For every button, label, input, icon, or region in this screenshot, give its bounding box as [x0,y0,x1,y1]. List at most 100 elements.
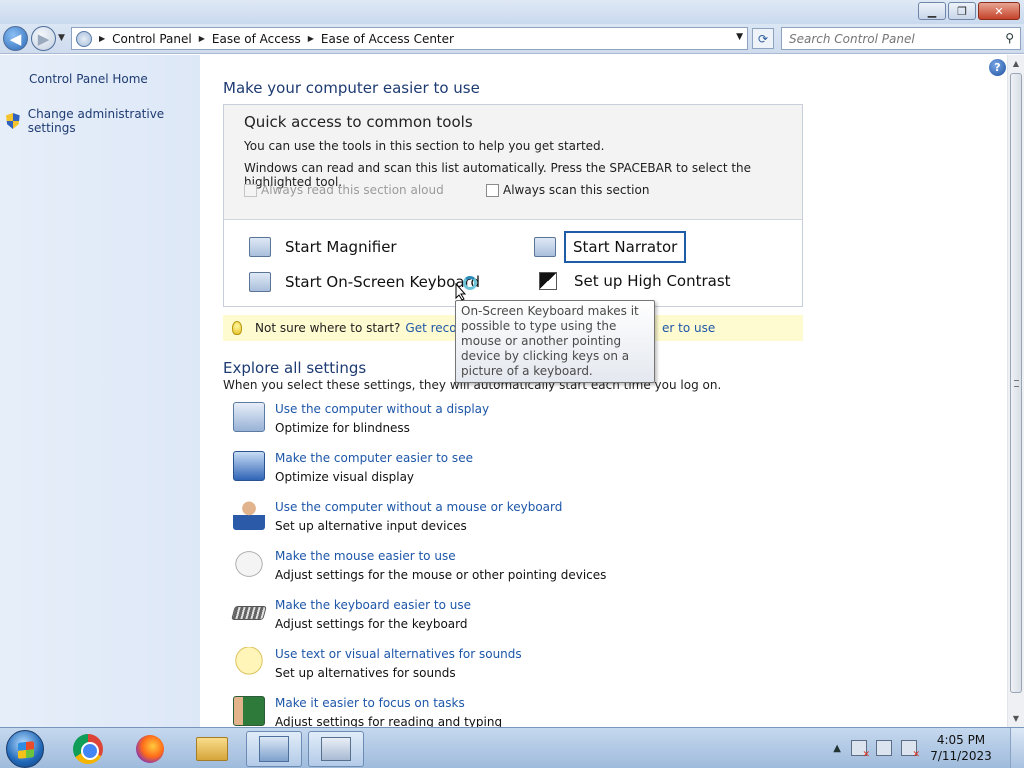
show-desktop-button[interactable] [1010,728,1024,768]
setting-sound-alternatives: Use text or visual alternatives for soun… [233,647,522,687]
setting-keyboard-easier: Make the keyboard easier to use Adjust s… [231,598,471,638]
start-magnifier-button[interactable]: Start Magnifier [249,237,397,257]
keyboard-easier-link[interactable]: Make the keyboard easier to use [275,598,471,612]
easier-to-see-link[interactable]: Make the computer easier to see [275,451,473,465]
high-contrast-label: Set up High Contrast [574,272,731,290]
chrome-icon [73,734,103,764]
display-icon [233,402,265,432]
mouse-easier-desc: Adjust settings for the mouse or other p… [275,568,607,582]
breadcrumb-separator-icon[interactable]: ▶ [99,34,105,43]
keyboard-icon [231,606,267,620]
search-icon[interactable]: ⚲ [1005,31,1014,45]
focus-tasks-link[interactable]: Make it easier to focus on tasks [275,696,502,710]
without-display-desc: Optimize for blindness [275,421,410,435]
firefox-icon [136,735,164,763]
minimize-button[interactable]: ▁ [918,2,946,20]
recommendations-link-end[interactable]: er to use [662,321,715,335]
show-hidden-icons-icon[interactable]: ▲ [833,743,841,754]
clock[interactable]: 4:05 PM 7/11/2023 [926,732,996,764]
read-aloud-label: Always read this section aloud [261,183,444,197]
checkbox-box[interactable] [486,183,499,197]
focus-icon [233,696,265,726]
start-on-screen-keyboard-button[interactable]: Start On-Screen Keyboard [249,272,480,292]
busy-spinner-icon [463,276,477,290]
control-panel-home-link[interactable]: Control Panel Home [29,72,148,86]
refresh-button[interactable]: ⟳ [752,28,774,49]
taskbar-firefox[interactable] [122,731,178,767]
speech-bubble-icon [233,647,265,677]
taskbar-explorer[interactable] [184,731,240,767]
volume-icon[interactable] [901,740,920,760]
scroll-thumb[interactable] [1010,73,1022,693]
system-tray: ▲ 4:05 PM 7/11/2023 [833,728,1024,768]
taskbar-control-panel[interactable] [246,731,302,767]
start-narrator-label: Start Narrator [564,231,687,263]
setting-mouse-easier: Make the mouse easier to use Adjust sett… [233,549,606,589]
window-controls: ▁ ❐ ✕ [918,2,1020,20]
magnifier-icon [249,237,271,257]
taskbar-chrome[interactable] [60,731,116,767]
breadcrumb-ease-of-access[interactable]: Ease of Access [212,32,301,46]
mouse-icon [233,549,265,579]
breadcrumb-ease-of-access-center[interactable]: Ease of Access Center [321,32,454,46]
sound-alternatives-link[interactable]: Use text or visual alternatives for soun… [275,647,522,661]
lightbulb-icon [232,321,242,335]
search-box: ⚲ [781,27,1021,50]
main-content: ? Make your computer easier to use Quick… [200,55,1007,729]
tip-text: Not sure where to start? [255,321,401,335]
clock-time: 4:05 PM [936,733,986,747]
start-osk-label: Start On-Screen Keyboard [285,273,480,291]
setting-without-display: Use the computer without a display Optim… [233,402,489,442]
forward-button[interactable]: ▶ [31,26,56,51]
shield-icon [6,113,20,129]
help-button[interactable]: ? [989,59,1006,76]
windows-logo-icon [18,741,34,759]
easier-to-see-desc: Optimize visual display [275,470,415,484]
set-up-high-contrast-button[interactable]: Set up High Contrast [539,272,731,290]
address-dropdown-icon[interactable]: ▼ [736,32,743,42]
breadcrumb-control-panel[interactable]: Control Panel [112,32,192,46]
on-screen-keyboard-icon [249,272,271,292]
tooltip: On-Screen Keyboard makes it possible to … [455,300,655,383]
close-button[interactable]: ✕ [978,2,1020,20]
start-narrator-button[interactable]: Start Narrator [534,231,687,263]
start-button[interactable] [6,730,44,768]
setting-easier-to-see: Make the computer easier to see Optimize… [233,451,473,491]
back-button[interactable]: ◀ [3,26,28,51]
breadcrumb-separator-icon[interactable]: ▶ [308,34,314,43]
breadcrumb-separator-icon[interactable]: ▶ [199,34,205,43]
quick-access-description: You can use the tools in this section to… [244,139,605,153]
high-contrast-icon [539,272,557,290]
checkbox-box [244,183,257,197]
explore-settings-title: Explore all settings [223,359,367,377]
address-bar[interactable]: ▶ Control Panel ▶ Ease of Access ▶ Ease … [71,27,748,50]
vertical-scrollbar[interactable]: ▲ ▼ [1007,55,1024,727]
breadcrumb: ▶ Control Panel ▶ Ease of Access ▶ Ease … [92,32,454,46]
person-icon [233,500,265,530]
page-title: Make your computer easier to use [223,79,480,97]
without-mouse-keyboard-desc: Set up alternative input devices [275,519,467,533]
grip-icon [1014,380,1019,387]
taskbar-on-screen-keyboard[interactable] [308,731,364,767]
control-panel-icon [76,30,92,47]
without-mouse-keyboard-link[interactable]: Use the computer without a mouse or keyb… [275,500,562,514]
keyboard-icon [321,737,351,761]
quick-access-header: Quick access to common tools You can use… [224,105,802,220]
keyboard-easier-desc: Adjust settings for the keyboard [275,617,468,631]
scan-checkbox[interactable]: Always scan this section [486,183,649,197]
without-display-link[interactable]: Use the computer without a display [275,402,489,416]
title-bar: ▁ ❐ ✕ [0,0,1024,24]
folder-icon [196,737,228,761]
search-input[interactable] [782,31,992,46]
taskbar: ▲ 4:05 PM 7/11/2023 [0,727,1024,768]
clock-date: 7/11/2023 [930,749,992,763]
scroll-up-icon[interactable]: ▲ [1008,55,1024,72]
mouse-easier-link[interactable]: Make the mouse easier to use [275,549,606,563]
network-icon[interactable] [876,740,892,756]
maximize-button[interactable]: ❐ [948,2,976,20]
scroll-down-icon[interactable]: ▼ [1008,710,1024,727]
recent-pages-dropdown[interactable]: ▼ [58,33,65,43]
control-panel-icon [259,736,289,762]
change-admin-settings-link[interactable]: Change administrative settings [6,107,200,135]
action-center-icon[interactable] [851,740,870,760]
